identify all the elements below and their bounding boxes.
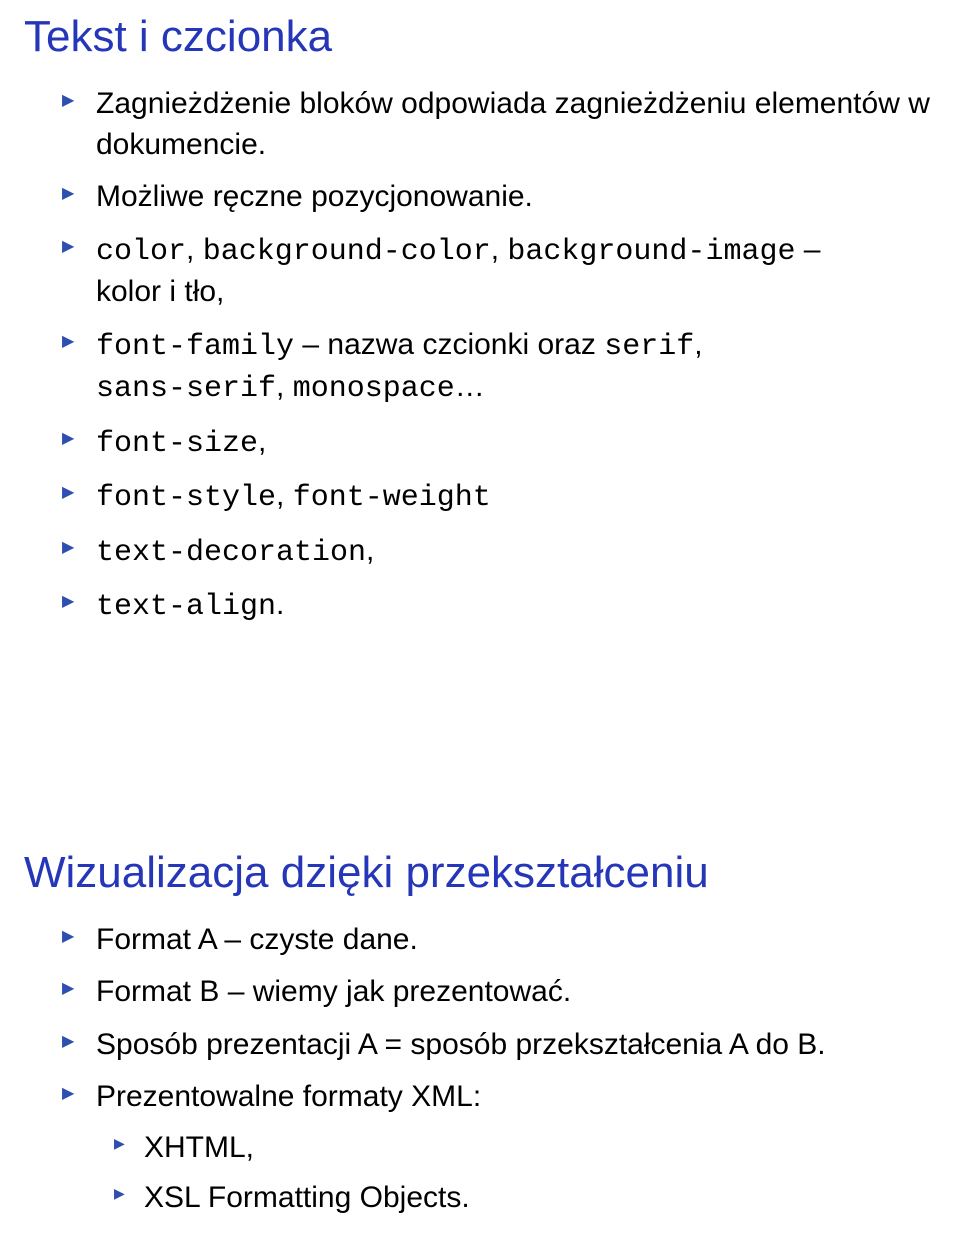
list-item: color, background-color, background-imag… [96, 230, 936, 313]
tail: , [366, 534, 374, 567]
list-item: text-align. [96, 585, 936, 628]
sep: , [276, 370, 293, 403]
heading-1: Tekst i czcionka [24, 12, 936, 62]
tail: . [276, 588, 284, 621]
code-token: font-weight [293, 481, 491, 515]
item-text: Format B – wiemy jak prezentować. [96, 975, 571, 1008]
item-text: Możliwe ręczne pozycjonowanie. [96, 180, 533, 213]
list-2: Format A – czyste dane. Format B – wiemy… [24, 920, 936, 1219]
item-text: XHTML, [144, 1131, 254, 1164]
item-line2: kolor i tło, [96, 275, 224, 308]
list-item: font-style, font-weight [96, 476, 936, 519]
page: Tekst i czcionka Zagnieżdżenie bloków od… [0, 0, 960, 1255]
item-text: XSL Formatting Objects. [144, 1181, 470, 1214]
code-token: background-color [203, 235, 491, 269]
list-item: Możliwe ręczne pozycjonowanie. [96, 177, 936, 218]
sep: , [276, 479, 293, 512]
code-token: font-style [96, 481, 276, 515]
list-item: XHTML, [144, 1128, 936, 1169]
tail: … [455, 370, 485, 403]
code-token: font-family [96, 330, 294, 364]
item-text: Sposób prezentacji A = sposób przekształ… [96, 1028, 826, 1061]
sep: , [186, 233, 203, 266]
code-token: color [96, 235, 186, 269]
code-token: monospace [293, 372, 455, 406]
sep: , [491, 233, 508, 266]
code-token: text-align [96, 590, 276, 624]
code-token: sans-serif [96, 372, 276, 406]
item-text: Format A – czyste dane. [96, 923, 418, 956]
code-token: text-decoration [96, 536, 366, 570]
list-item: Prezentowalne formaty XML: XHTML, XSL Fo… [96, 1077, 936, 1219]
sep: , [694, 328, 702, 361]
list-item: Sposób prezentacji A = sposób przekształ… [96, 1025, 936, 1066]
heading-2: Wizualizacja dzięki przekształceniu [24, 848, 936, 898]
dash: – [795, 233, 820, 266]
sublist: XHTML, XSL Formatting Objects. [96, 1128, 936, 1219]
list-item: text-decoration, [96, 531, 936, 574]
code-token: background-image [507, 235, 795, 269]
tail: , [258, 425, 266, 458]
list-item: font-family – nazwa czcionki oraz serif,… [96, 325, 936, 410]
list-item: XSL Formatting Objects. [144, 1178, 936, 1219]
list-item: Zagnieżdżenie bloków odpowiada zagnieżdż… [96, 84, 936, 165]
code-token: serif [604, 330, 694, 364]
list-item: Format B – wiemy jak prezentować. [96, 972, 936, 1013]
item-text: Zagnieżdżenie bloków odpowiada zagnieżdż… [96, 87, 930, 161]
list-item: Format A – czyste dane. [96, 920, 936, 961]
item-text: Prezentowalne formaty XML: [96, 1080, 481, 1113]
list-item: font-size, [96, 422, 936, 465]
list-1: Zagnieżdżenie bloków odpowiada zagnieżdż… [24, 84, 936, 628]
code-token: font-size [96, 427, 258, 461]
dash: – nazwa czcionki oraz [294, 328, 604, 361]
